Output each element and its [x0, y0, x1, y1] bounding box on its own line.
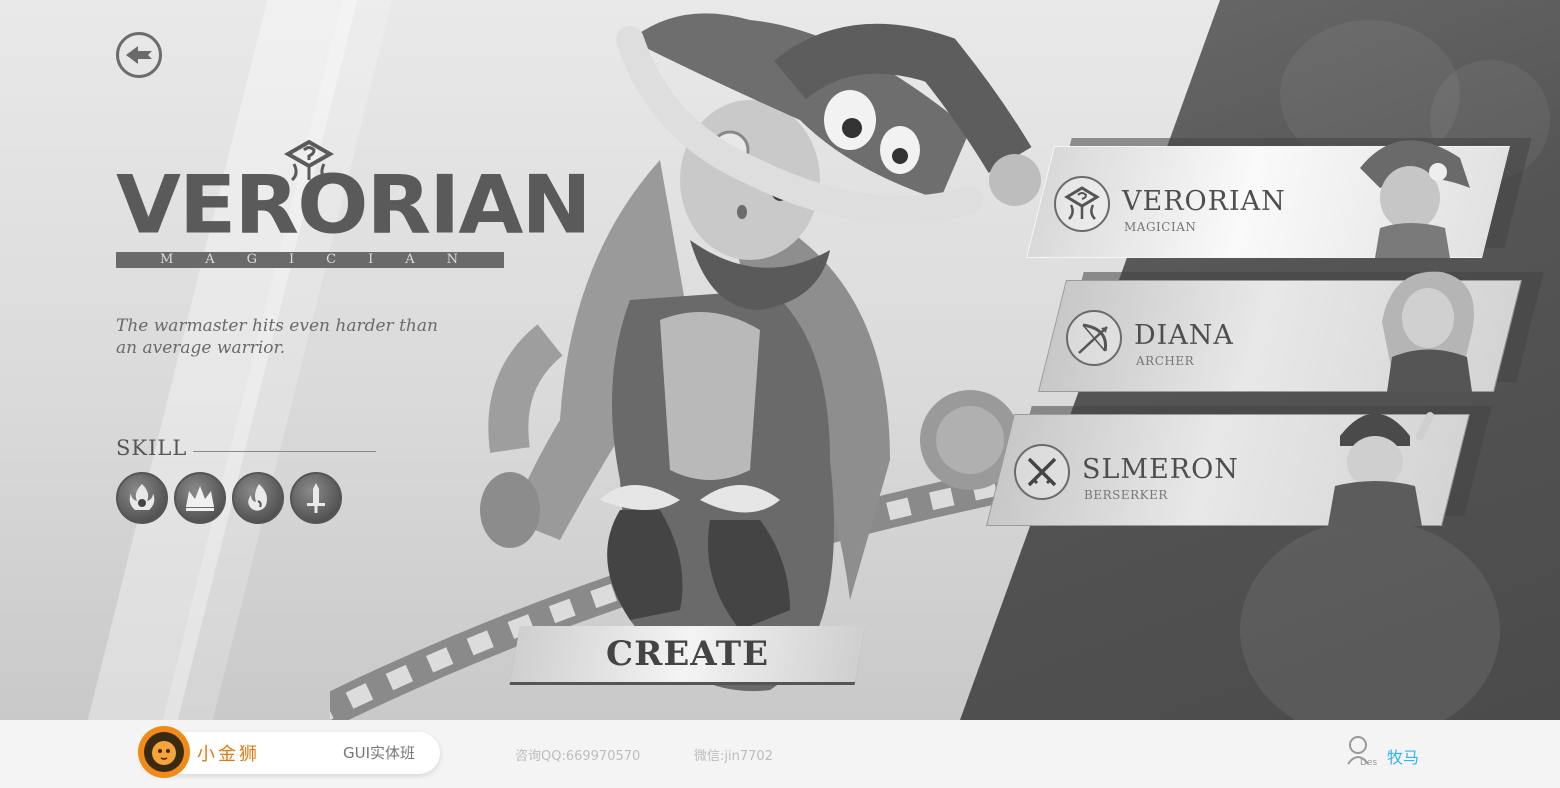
user-label: Des [1360, 758, 1377, 768]
character-card-diana[interactable]: DIANA ARCHER [1038, 271, 1544, 398]
contact-qq: 咨询QQ:669970570 [515, 749, 641, 764]
crown-icon [186, 486, 214, 511]
character-name: SLMERON [1082, 454, 1239, 485]
character-icon [1054, 176, 1110, 232]
lion-logo-icon [138, 726, 190, 778]
brand-course: GUI实体班 [343, 744, 416, 762]
skill-heading-label: SKILL [116, 436, 188, 460]
bow-arrow-icon [1078, 323, 1108, 354]
character-name: DIANA [1134, 320, 1234, 351]
character-class: MAGICIAN [1124, 220, 1197, 234]
user-avatar-icon: Des [1347, 736, 1377, 768]
skill-slot-1[interactable] [116, 472, 168, 524]
crossed-swords-icon [1027, 457, 1057, 487]
character-icon [1014, 444, 1070, 500]
character-portrait [1360, 140, 1470, 258]
game-stage: VERORIAN MAGICIAN The warmaster hits eve… [0, 0, 1560, 720]
magic-rune-icon [1064, 186, 1100, 220]
character-icon [1066, 310, 1122, 366]
back-button[interactable] [116, 32, 162, 78]
hero-illustration [330, 13, 1041, 720]
skill-slot-3[interactable] [232, 472, 284, 524]
character-portrait [1382, 271, 1474, 392]
character-name: VERORIAN [1122, 186, 1286, 217]
character-portrait [1328, 412, 1434, 526]
character-card-slmeron[interactable]: SLMERON BERSERKER [986, 406, 1492, 532]
flame-swirl-icon [248, 484, 267, 511]
contact-wechat: 微信:jin7702 [694, 749, 773, 764]
back-arrow-icon [126, 46, 152, 64]
footer-bar: 小金狮 GUI实体班 咨询QQ:669970570 微信:jin7702 Des… [0, 720, 1560, 788]
user-name[interactable]: 牧马 [1387, 744, 1419, 768]
character-class: ARCHER [1136, 354, 1195, 368]
skill-slot-2[interactable] [174, 472, 226, 524]
character-card-verorian[interactable]: VERORIAN MAGICIAN [1026, 138, 1532, 264]
fire-eye-icon [129, 484, 155, 510]
sword-icon [307, 483, 325, 513]
create-button-label: CREATE [606, 634, 769, 674]
brand-name: 小金狮 [197, 744, 260, 765]
character-class: BERSERKER [1084, 488, 1168, 502]
create-button[interactable]: CREATE [510, 626, 865, 682]
skill-list [116, 472, 342, 524]
